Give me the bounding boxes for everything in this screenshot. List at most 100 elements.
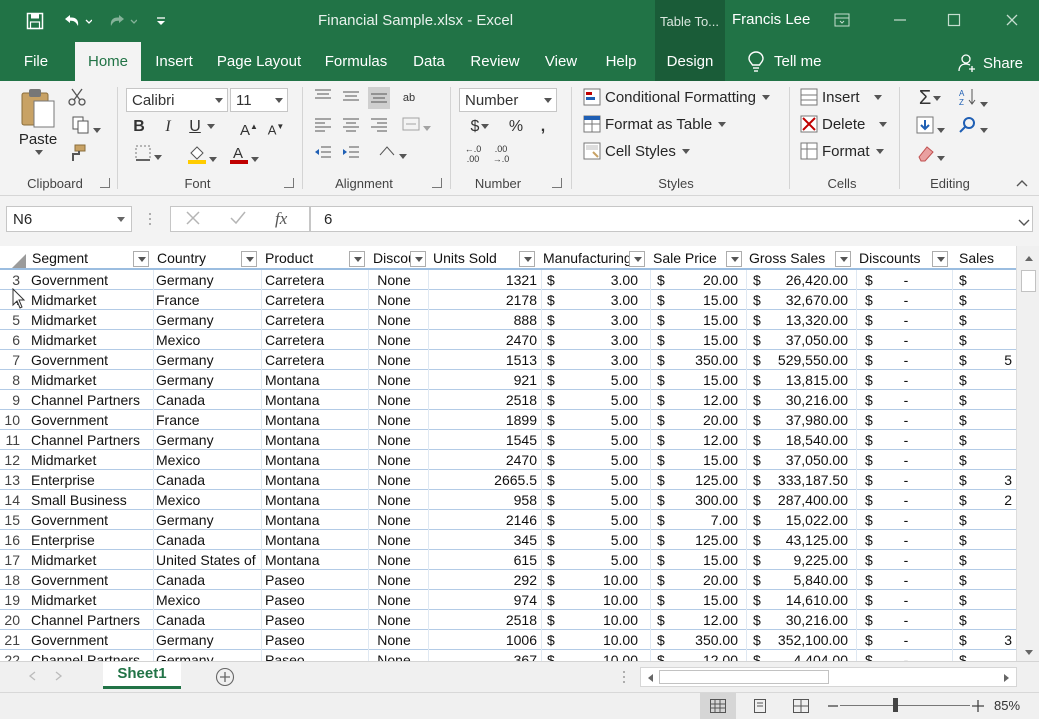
cell-segment[interactable]: Midmarket (31, 290, 153, 310)
find-select-icon[interactable] (955, 115, 991, 137)
cell-discounts[interactable]: - (880, 350, 932, 370)
cell-product[interactable]: Paseo (265, 590, 367, 610)
conditional-formatting-button[interactable]: Conditional Formatting (583, 88, 770, 106)
cell-discounts[interactable]: - (880, 290, 932, 310)
cancel-entry-icon[interactable] (185, 210, 201, 229)
cell-country[interactable]: Mexico (156, 330, 260, 350)
cell-segment[interactable]: Government (31, 510, 153, 530)
worksheet-grid[interactable]: Segment Country Product Discou Units Sol… (0, 246, 1016, 661)
decrease-indent-icon[interactable] (312, 143, 334, 165)
row-number[interactable]: 9 (0, 390, 26, 410)
cell-units-sold[interactable]: 367 (430, 650, 541, 661)
cell-country[interactable]: Germany (156, 510, 260, 530)
font-launcher-icon[interactable] (284, 178, 294, 188)
cell-product[interactable]: Montana (265, 450, 367, 470)
insert-function-icon[interactable]: fx (275, 209, 287, 229)
table-row[interactable]: 7 Government Germany Carretera None 1513 $3.00… (0, 350, 1016, 370)
table-row[interactable]: 12 Midmarket Mexico Montana None 2470 $5.00 $15… (0, 450, 1016, 470)
cell-segment[interactable]: Enterprise (31, 530, 153, 550)
cell-sales[interactable] (975, 430, 1016, 450)
cell-product[interactable]: Paseo (265, 570, 367, 590)
cell-discount-band[interactable]: None (370, 330, 418, 350)
scroll-left-icon[interactable] (646, 673, 654, 683)
cell-product[interactable]: Montana (265, 470, 367, 490)
cell-discounts[interactable]: - (880, 330, 932, 350)
cell-units-sold[interactable]: 2470 (430, 450, 541, 470)
filter-dropdown-icon[interactable] (349, 251, 365, 267)
tell-me-search[interactable]: Tell me (744, 42, 836, 81)
table-row[interactable]: 15 Government Germany Montana None 2146 $5.00 $… (0, 510, 1016, 530)
tab-home[interactable]: Home (75, 42, 141, 81)
cell-discount-band[interactable]: None (370, 470, 418, 490)
cell-product[interactable]: Paseo (265, 650, 367, 661)
cell-discounts[interactable]: - (880, 510, 932, 530)
cell-discounts[interactable]: - (880, 610, 932, 630)
cell-gross-sales[interactable]: 9,225.00 (768, 550, 852, 570)
cell-country[interactable]: Mexico (156, 490, 260, 510)
filter-dropdown-icon[interactable] (835, 251, 851, 267)
decrease-font-icon[interactable]: A▼ (265, 116, 287, 138)
cell-segment[interactable]: Small Business (31, 490, 153, 510)
confirm-entry-icon[interactable] (229, 210, 247, 229)
zoom-slider[interactable] (840, 705, 970, 706)
cell-country[interactable]: Germany (156, 430, 260, 450)
cell-units-sold[interactable]: 1545 (430, 430, 541, 450)
alignment-launcher-icon[interactable] (432, 178, 442, 188)
cell-country[interactable]: France (156, 290, 260, 310)
cell-sale-price[interactable]: 15.00 (670, 550, 742, 570)
cell-manufacturing[interactable]: 5.00 (560, 430, 642, 450)
minimize-icon[interactable] (888, 10, 912, 30)
cell-discounts[interactable]: - (880, 590, 932, 610)
table-row[interactable]: 14 Small Business Mexico Montana None 958 $5.0… (0, 490, 1016, 510)
cell-manufacturing[interactable]: 10.00 (560, 630, 642, 650)
cell-sale-price[interactable]: 15.00 (670, 330, 742, 350)
cell-gross-sales[interactable]: 30,216.00 (768, 610, 852, 630)
cell-units-sold[interactable]: 921 (430, 370, 541, 390)
cell-sale-price[interactable]: 12.00 (670, 650, 742, 661)
cell-units-sold[interactable]: 958 (430, 490, 541, 510)
tab-formulas[interactable]: Formulas (318, 42, 394, 81)
cell-discount-band[interactable]: None (370, 350, 418, 370)
cell-discounts[interactable]: - (880, 550, 932, 570)
cell-units-sold[interactable]: 2178 (430, 290, 541, 310)
cell-product[interactable]: Carretera (265, 350, 367, 370)
cell-sale-price[interactable]: 350.00 (670, 630, 742, 650)
fill-color-icon[interactable] (182, 144, 222, 166)
cell-manufacturing[interactable]: 5.00 (560, 510, 642, 530)
row-number[interactable]: 20 (0, 610, 26, 630)
cell-country[interactable]: Mexico (156, 450, 260, 470)
cell-sales[interactable] (975, 570, 1016, 590)
cell-sale-price[interactable]: 7.00 (670, 510, 742, 530)
cell-country[interactable]: United States of (156, 550, 260, 570)
cell-country[interactable]: Germany (156, 650, 260, 661)
table-row[interactable]: 11 Channel Partners Germany Montana None 1545… (0, 430, 1016, 450)
redo-icon[interactable] (107, 9, 137, 33)
fill-down-icon[interactable] (912, 115, 948, 137)
table-row[interactable]: 21 Government Germany Paseo None 1006 $10.00 $3… (0, 630, 1016, 650)
cell-product[interactable]: Montana (265, 510, 367, 530)
select-all-corner-icon[interactable] (12, 254, 26, 268)
cell-country[interactable]: Canada (156, 530, 260, 550)
cell-segment[interactable]: Enterprise (31, 470, 153, 490)
cell-product[interactable]: Montana (265, 530, 367, 550)
cell-manufacturing[interactable]: 5.00 (560, 370, 642, 390)
cell-discount-band[interactable]: None (370, 570, 418, 590)
scroll-right-icon[interactable] (1003, 673, 1011, 683)
cell-discount-band[interactable]: None (370, 510, 418, 530)
row-number[interactable]: 6 (0, 330, 26, 350)
format-painter-icon[interactable] (66, 143, 88, 165)
vertical-scrollbar[interactable] (1016, 246, 1039, 661)
cell-styles-button[interactable]: Cell Styles (583, 142, 690, 160)
align-bottom-icon[interactable] (368, 87, 390, 109)
format-cells-button[interactable]: Format (800, 142, 884, 160)
cell-discounts[interactable]: - (880, 310, 932, 330)
cell-sales[interactable] (975, 550, 1016, 570)
cell-segment[interactable]: Government (31, 570, 153, 590)
increase-font-icon[interactable]: A▲ (238, 116, 260, 139)
delete-cells-button[interactable]: Delete (800, 115, 888, 133)
cell-discount-band[interactable]: None (370, 630, 418, 650)
table-row[interactable]: 3 Government Germany Carretera None 1321 $3.00… (0, 270, 1016, 290)
cell-gross-sales[interactable]: 37,050.00 (768, 330, 852, 350)
cell-discounts[interactable]: - (880, 270, 932, 290)
cell-gross-sales[interactable]: 13,815.00 (768, 370, 852, 390)
